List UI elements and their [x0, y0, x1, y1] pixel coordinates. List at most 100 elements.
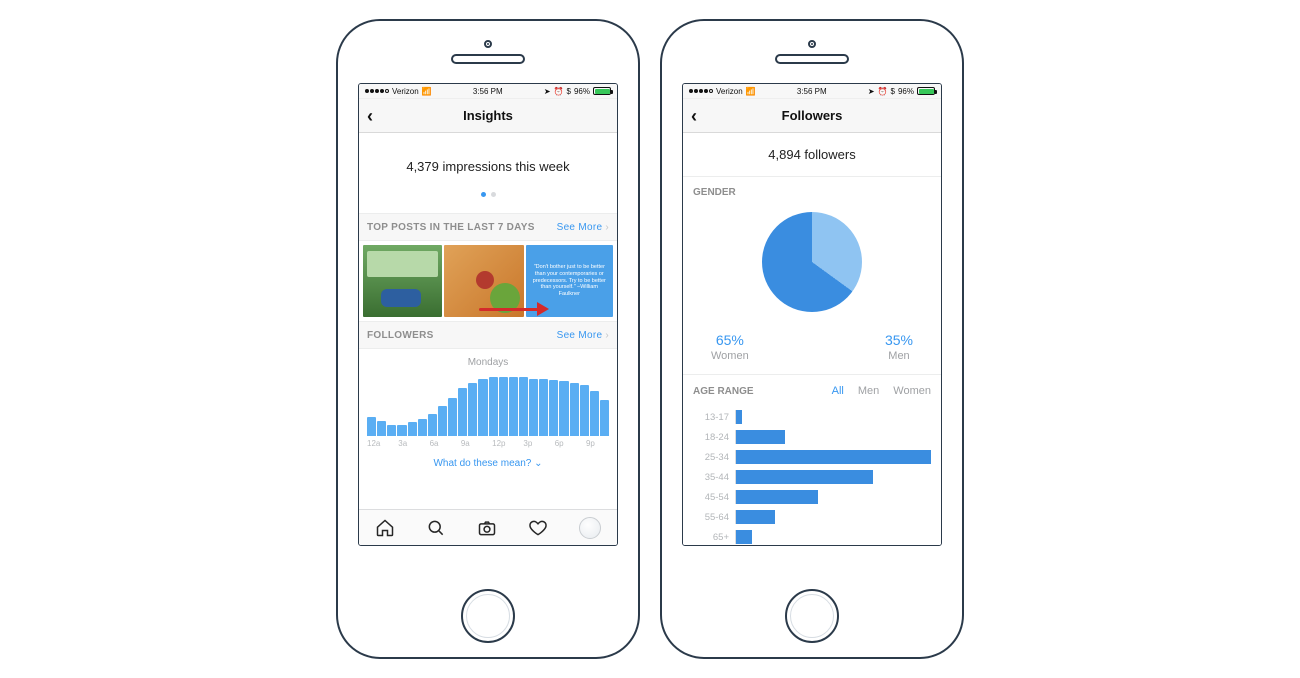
nav-header: ‹ Followers — [683, 99, 941, 133]
women-pct: 65% — [711, 332, 749, 348]
profile-avatar[interactable] — [579, 517, 601, 539]
followers-hour-chart: Mondays 12a3a6a9a12p3p6p9p — [359, 349, 617, 448]
hour-bar — [458, 388, 467, 436]
hour-tick: 12a — [367, 439, 390, 448]
hour-bar — [468, 383, 477, 436]
age-label: 65+ — [693, 532, 733, 543]
hour-bar — [539, 379, 548, 436]
clock: 3:56 PM — [797, 87, 827, 96]
hour-bar — [529, 379, 538, 436]
phone-followers: Verizon 📶 3:56 PM ➤ ⏰ $ 96% ‹ Followers … — [660, 19, 964, 659]
age-row: 13-17 — [693, 407, 931, 427]
gender-pie — [762, 212, 862, 312]
men-label: Men — [885, 350, 913, 362]
hour-tick: 9p — [586, 439, 609, 448]
hour-bar — [489, 377, 498, 436]
hour-bar — [408, 422, 417, 436]
age-label: 18-24 — [693, 432, 733, 443]
age-track — [735, 490, 931, 504]
age-bar — [736, 510, 775, 524]
home-icon[interactable] — [375, 518, 395, 538]
followers-see-more[interactable]: See More › — [557, 330, 609, 341]
hour-tick: 3a — [398, 439, 421, 448]
back-button[interactable]: ‹ — [691, 107, 697, 125]
home-button[interactable] — [785, 589, 839, 643]
hour-bar — [559, 381, 568, 436]
annotation-arrow — [479, 302, 549, 316]
battery-icon — [917, 87, 935, 95]
camera-icon — [484, 40, 492, 48]
post-thumb-1[interactable] — [363, 245, 442, 317]
top-posts-title: TOP POSTS IN THE LAST 7 DAYS — [367, 222, 535, 233]
phone-insights: Verizon 📶 3:56 PM ➤ ⏰ $ 96% ‹ Insights 4… — [336, 19, 640, 659]
top-posts-see-more[interactable]: See More › — [557, 222, 609, 233]
hour-bar — [367, 417, 376, 436]
hour-bar — [387, 425, 396, 436]
phone-top — [338, 21, 638, 83]
age-track — [735, 470, 931, 484]
age-row: 18-24 — [693, 427, 931, 447]
age-row: 25-34 — [693, 447, 931, 467]
speaker-slot — [775, 54, 849, 64]
women-label: Women — [711, 350, 749, 362]
hour-bar — [600, 400, 609, 436]
age-bar — [736, 490, 818, 504]
age-track — [735, 530, 931, 544]
bluetooth-icon: $ — [891, 87, 895, 96]
hour-bar — [580, 385, 589, 436]
hour-bar — [448, 398, 457, 436]
hour-bar — [478, 379, 487, 436]
age-label: 55-64 — [693, 512, 733, 523]
battery-icon — [593, 87, 611, 95]
age-tab-women[interactable]: Women — [893, 385, 931, 397]
age-row: 55-64 — [693, 507, 931, 527]
chevron-right-icon: › — [605, 330, 609, 341]
age-row: 65+ — [693, 527, 931, 545]
location-icon: ➤ — [544, 87, 551, 96]
wifi-icon: 📶 — [422, 87, 432, 96]
wifi-icon: 📶 — [746, 87, 756, 96]
signal-icon — [365, 89, 389, 93]
age-track — [735, 510, 931, 524]
carrier-label: Verizon — [716, 87, 743, 96]
hour-bar — [418, 419, 427, 436]
hour-tick: 9a — [461, 439, 484, 448]
hour-bar — [509, 377, 518, 436]
hour-tick: 6a — [430, 439, 453, 448]
hour-axis: 12a3a6a9a12p3p6p9p — [365, 436, 611, 448]
chevron-right-icon: › — [605, 222, 609, 233]
age-range-header: AGE RANGE All Men Women — [683, 375, 941, 403]
heart-icon[interactable] — [528, 518, 548, 538]
back-button[interactable]: ‹ — [367, 107, 373, 125]
search-icon[interactable] — [426, 518, 446, 538]
age-tab-men[interactable]: Men — [858, 385, 879, 397]
gender-women: 65% Women — [711, 332, 749, 362]
age-track — [735, 410, 931, 424]
nav-header: ‹ Insights — [359, 99, 617, 133]
pager-dots[interactable] — [365, 192, 611, 197]
home-button[interactable] — [461, 589, 515, 643]
hour-tick: 6p — [555, 439, 578, 448]
carrier-label: Verizon — [392, 87, 419, 96]
page-title: Followers — [782, 108, 843, 123]
alarm-icon: ⏰ — [554, 87, 564, 96]
camera-icon[interactable] — [477, 518, 497, 538]
signal-icon — [689, 89, 713, 93]
hour-tick: 12p — [492, 439, 515, 448]
age-label: 25-34 — [693, 452, 733, 463]
hour-day-label: Mondays — [365, 357, 611, 368]
bluetooth-icon: $ — [567, 87, 571, 96]
what-do-these-mean-link[interactable]: What do these mean? ⌄ — [359, 448, 617, 477]
age-tab-all[interactable]: All — [832, 385, 844, 397]
screen-followers: Verizon 📶 3:56 PM ➤ ⏰ $ 96% ‹ Followers … — [682, 83, 942, 546]
hour-bar — [519, 377, 528, 436]
age-range-chart: 13-17 18-24 25-34 35-44 45-54 55-64 65+ — [683, 403, 941, 545]
age-label: 35-44 — [693, 472, 733, 483]
content-insights: 4,379 impressions this week TOP POSTS IN… — [359, 133, 617, 509]
age-tabs: All Men Women — [832, 385, 931, 397]
status-bar: Verizon 📶 3:56 PM ➤ ⏰ $ 96% — [359, 84, 617, 99]
age-label: 45-54 — [693, 492, 733, 503]
age-bar — [736, 450, 931, 464]
hour-bar — [397, 425, 406, 436]
tab-bar — [359, 509, 617, 545]
